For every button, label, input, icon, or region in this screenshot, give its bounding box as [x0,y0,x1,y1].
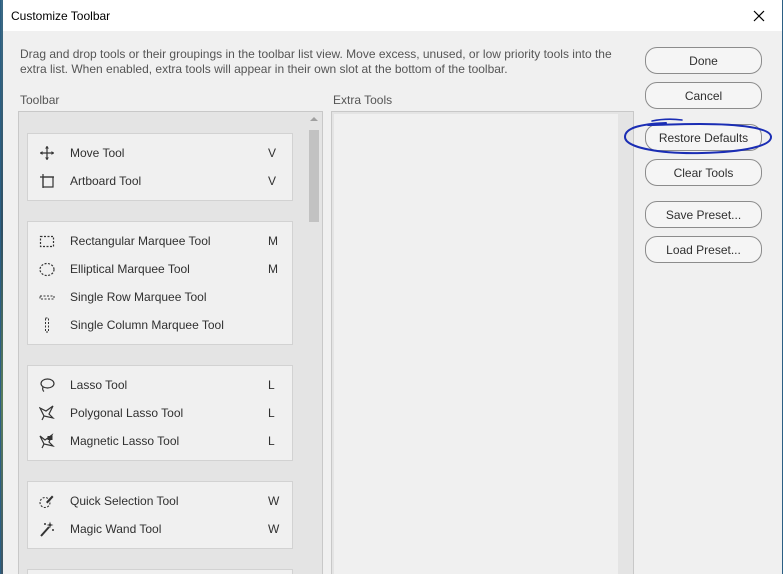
instructions-text: Drag and drop tools or their groupings i… [20,47,612,76]
tool-item-magnetic-lasso[interactable]: Magnetic Lasso Tool L [28,427,292,455]
tool-group[interactable]: Move Tool V Artboard Tool V [27,133,293,201]
scrollbar-thumb[interactable] [309,130,319,222]
tool-name: Polygonal Lasso Tool [70,406,184,420]
tool-item-single-column-marquee[interactable]: Single Column Marquee Tool [28,311,292,339]
artboard-icon [40,174,54,188]
tool-name: Lasso Tool [70,378,128,392]
toolbar-list-scrollbar[interactable] [306,112,322,574]
magic-wand-icon [40,521,54,537]
tool-group[interactable]: Quick Selection Tool W Magic Wand Tool W [27,481,293,549]
lasso-icon [40,378,55,392]
tool-group[interactable]: Rectangular Marquee Tool M Elliptical Ma… [27,221,293,345]
restore-defaults-button[interactable]: Restore Defaults [645,124,762,151]
cancel-button[interactable]: Cancel [645,82,762,109]
tool-name: Magic Wand Tool [70,522,162,536]
desktop-background-edge [1,0,3,574]
scroll-up-icon[interactable] [310,117,318,121]
tool-item-polygonal-lasso[interactable]: Polygonal Lasso Tool L [28,399,292,427]
extra-tools-list[interactable] [331,111,634,574]
tool-name: Move Tool [70,146,125,160]
tool-shortcut: L [268,434,275,448]
tool-item-elliptical-marquee[interactable]: Elliptical Marquee Tool M [28,255,292,283]
extra-tools-drop-area[interactable] [334,114,618,574]
tool-shortcut: W [268,494,280,508]
load-preset-button[interactable]: Load Preset... [645,236,762,263]
tool-name: Artboard Tool [70,174,142,188]
close-icon [753,10,765,21]
tool-item-rectangular-marquee[interactable]: Rectangular Marquee Tool M [28,227,292,255]
toolbar-list[interactable]: Move Tool V Artboard Tool V Rectangular … [18,111,323,574]
tool-name: Single Column Marquee Tool [70,318,224,332]
tool-shortcut: V [268,146,277,160]
tool-item-quick-selection[interactable]: Quick Selection Tool W [28,487,292,515]
tool-item-artboard[interactable]: Artboard Tool V [28,167,292,195]
tool-shortcut: M [268,234,278,248]
tool-item-magic-wand[interactable]: Magic Wand Tool W [28,515,292,543]
save-preset-button[interactable]: Save Preset... [645,201,762,228]
single-column-marquee-icon [45,317,49,333]
tool-shortcut: W [268,522,280,536]
close-button[interactable] [736,0,782,31]
elliptical-marquee-icon [39,262,55,277]
title-bar: Customize Toolbar [1,0,782,31]
tool-item-move[interactable]: Move Tool V [28,139,292,167]
toolbar-list-label: Toolbar [20,93,60,107]
tool-name: Elliptical Marquee Tool [70,262,190,276]
extra-tools-label: Extra Tools [333,93,393,107]
single-row-marquee-icon [39,295,55,300]
move-icon [40,146,54,160]
tool-shortcut: L [268,378,275,392]
tool-name: Magnetic Lasso Tool [70,434,180,448]
rectangular-marquee-icon [39,235,55,248]
tool-shortcut: L [268,406,275,420]
tool-item-lasso[interactable]: Lasso Tool L [28,371,292,399]
tool-group[interactable]: Lasso Tool L Polygonal Lasso Tool L Magn… [27,365,293,461]
done-button[interactable]: Done [645,47,762,74]
tool-shortcut: M [268,262,278,276]
clear-tools-button[interactable]: Clear Tools [645,159,762,186]
tool-shortcut: V [268,174,277,188]
tool-name: Quick Selection Tool [70,494,179,508]
tool-item-single-row-marquee[interactable]: Single Row Marquee Tool [28,283,292,311]
quick-selection-icon [39,495,54,509]
customize-toolbar-dialog: Customize Toolbar Drag and drop tools or… [0,0,783,574]
tool-name: Rectangular Marquee Tool [70,234,211,248]
tool-group[interactable] [27,569,293,574]
dialog-title: Customize Toolbar [11,9,111,23]
dialog-body: Drag and drop tools or their groupings i… [1,31,782,574]
tool-name: Single Row Marquee Tool [70,290,207,304]
magnetic-lasso-icon [39,433,55,449]
polygonal-lasso-icon [39,405,55,421]
